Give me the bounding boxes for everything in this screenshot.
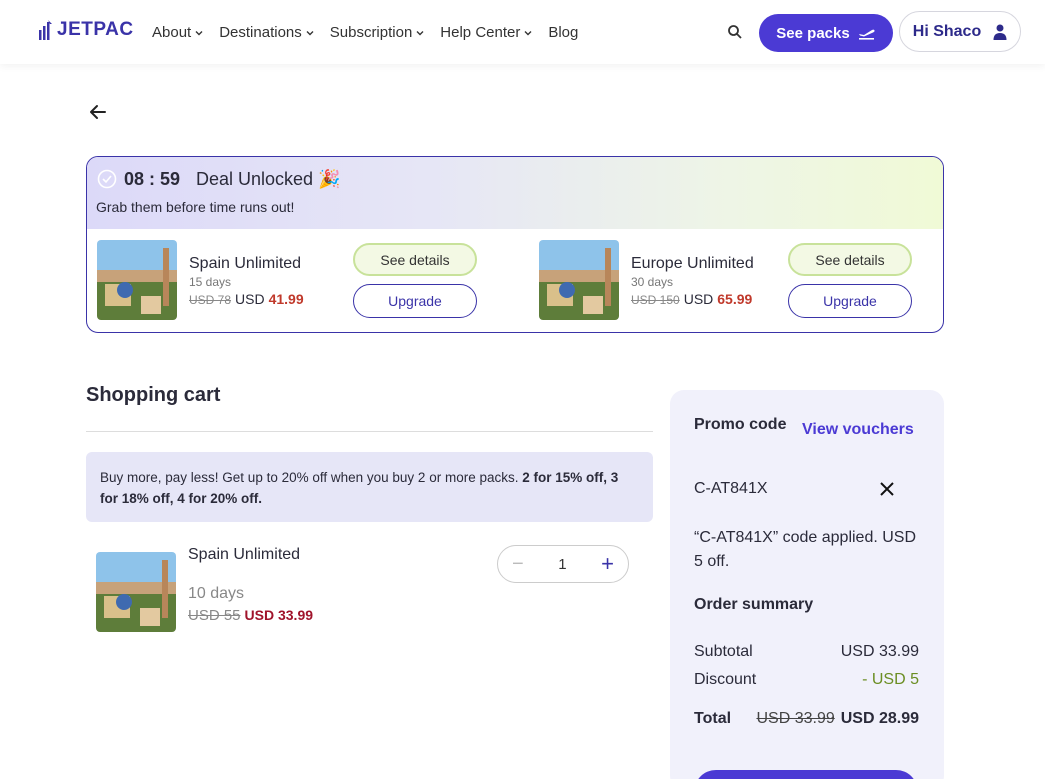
decrease-quantity-button[interactable]: −	[512, 553, 524, 576]
checkout-button[interactable]	[694, 770, 918, 779]
deal-card-name: Europe Unlimited	[631, 255, 754, 272]
deal-unlocked-panel: 08 : 59 Deal Unlocked 🎉 Grab them before…	[86, 156, 944, 333]
cart-item-name: Spain Unlimited	[188, 546, 301, 563]
discount-value: - USD 5	[862, 671, 919, 688]
see-packs-label: See packs	[776, 24, 850, 42]
deal-card-price: USD 150 USD 65.99	[631, 291, 752, 307]
top-navbar: JETPAC About Destinations Subscription H…	[0, 0, 1045, 64]
user-menu-button[interactable]: Hi Shaco	[899, 11, 1021, 52]
quantity-stepper: − 1 +	[497, 545, 629, 583]
total-old-price: USD 33.99	[756, 710, 835, 727]
deal-card-price: USD 78 USD 41.99	[189, 291, 304, 307]
deal-card-days: 30 days	[631, 275, 674, 289]
clock-check-icon	[97, 169, 117, 189]
deal-card: Europe Unlimited 30 days USD 150 USD 65.99…	[539, 240, 919, 322]
increase-quantity-button[interactable]: +	[601, 551, 614, 577]
nav-destinations[interactable]: Destinations	[219, 24, 314, 41]
view-vouchers-link[interactable]: View vouchers	[802, 421, 914, 439]
divider	[86, 431, 653, 432]
deal-card-name: Spain Unlimited	[189, 255, 302, 272]
promo-applied-message: “C-AT841X” code applied. USD 5 off.	[694, 529, 917, 570]
total-value: USD 33.99 USD 28.99	[756, 710, 919, 728]
logo-text: JETPAC	[57, 19, 134, 40]
cart-item-price: USD 55 USD 33.99	[188, 607, 313, 624]
deal-subtitle: Grab them before time runs out!	[96, 199, 295, 215]
destination-thumbnail	[539, 240, 619, 320]
deal-card-days: 15 days	[189, 275, 232, 289]
logo[interactable]: JETPAC	[39, 19, 134, 41]
quantity-value: 1	[558, 555, 567, 573]
old-price: USD 55	[188, 607, 241, 624]
cart-item-days: 10 days	[188, 585, 245, 602]
deal-card: Spain Unlimited 15 days USD 78 USD 41.99 S…	[97, 240, 477, 322]
upgrade-button[interactable]: Upgrade	[788, 284, 912, 318]
currency: USD	[235, 291, 265, 307]
nav-about[interactable]: About	[152, 24, 203, 41]
plane-takeoff-icon	[858, 29, 875, 40]
chevron-down-icon	[306, 30, 314, 35]
back-arrow-icon[interactable]	[88, 102, 108, 122]
close-icon[interactable]	[878, 480, 896, 498]
shopping-cart-title: Shopping cart	[86, 384, 221, 406]
nav-help-center[interactable]: Help Center	[440, 24, 532, 41]
search-icon[interactable]	[727, 24, 743, 40]
chevron-down-icon	[524, 30, 532, 35]
upgrade-button[interactable]: Upgrade	[353, 284, 477, 318]
user-icon	[993, 24, 1007, 40]
logo-bars-icon	[39, 20, 52, 40]
order-summary-title: Order summary	[694, 596, 814, 613]
total-new-price: USD 28.99	[840, 710, 919, 727]
bulk-discount-banner: Buy more, pay less! Get up to 20% off wh…	[86, 452, 653, 522]
nav-label: Destinations	[219, 24, 302, 41]
see-details-button[interactable]: See details	[788, 243, 912, 276]
nav-blog[interactable]: Blog	[548, 24, 578, 41]
nav-label: Blog	[548, 24, 579, 41]
chevron-down-icon	[416, 30, 424, 35]
new-price: USD 33.99	[244, 607, 314, 623]
user-greeting: Hi Shaco	[912, 22, 982, 40]
deal-timer: 08 : 59	[124, 169, 181, 189]
destination-thumbnail	[97, 240, 177, 320]
promo-code-label: Promo code	[694, 416, 787, 433]
applied-promo-code: C-AT841X	[694, 480, 768, 497]
subtotal-value: USD 33.99	[840, 643, 919, 660]
main-nav: About Destinations Subscription Help Cen…	[152, 24, 594, 41]
old-price: USD 150	[631, 293, 680, 307]
deal-price: 41.99	[268, 291, 304, 307]
old-price: USD 78	[189, 293, 232, 307]
chevron-down-icon	[195, 30, 203, 35]
deal-header: 08 : 59 Deal Unlocked 🎉 Grab them before…	[87, 157, 943, 229]
deal-title: Deal Unlocked 🎉	[196, 169, 341, 189]
nav-label: Subscription	[329, 24, 413, 41]
nav-subscription[interactable]: Subscription	[330, 24, 425, 41]
deal-price: 65.99	[717, 291, 753, 307]
nav-label: About	[152, 24, 192, 41]
cart-item-thumbnail	[96, 552, 176, 632]
see-packs-button[interactable]: See packs	[759, 14, 893, 52]
banner-text: Buy more, pay less! Get up to 20% off wh…	[100, 470, 523, 485]
total-label: Total	[694, 710, 732, 727]
see-details-button[interactable]: See details	[353, 243, 477, 276]
subtotal-label: Subtotal	[694, 643, 753, 660]
discount-label: Discount	[694, 671, 757, 688]
currency: USD	[683, 291, 714, 307]
nav-label: Help Center	[440, 24, 521, 41]
